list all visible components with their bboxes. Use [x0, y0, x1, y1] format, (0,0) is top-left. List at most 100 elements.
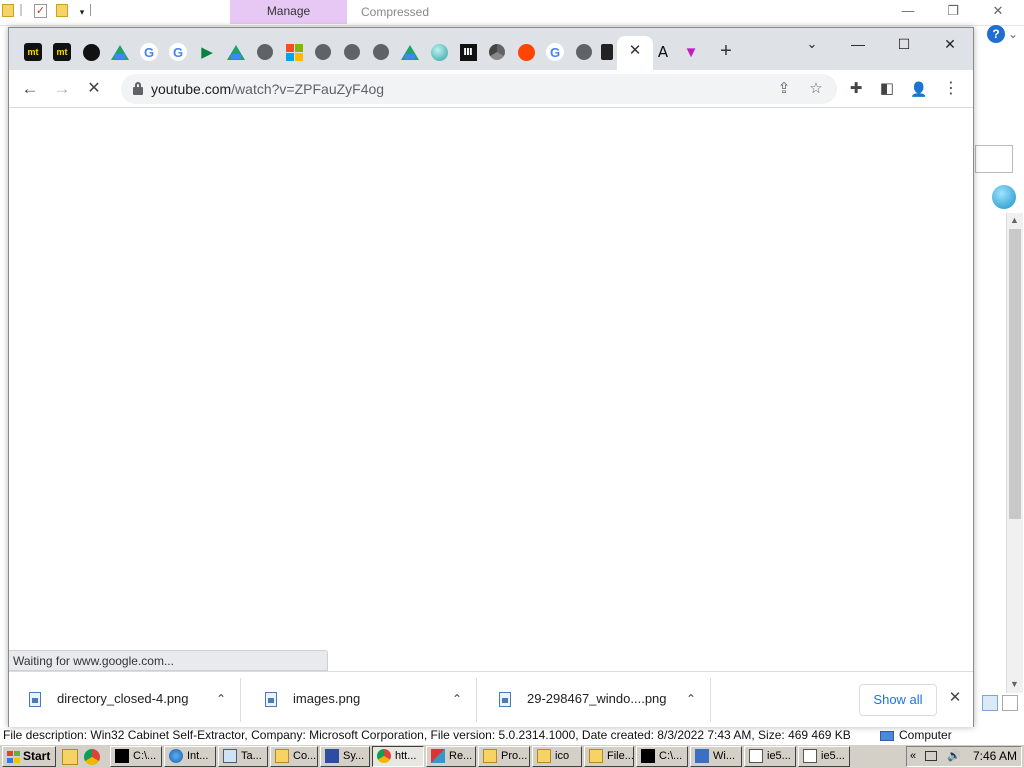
network-icon[interactable] [925, 751, 937, 761]
maximize-button[interactable]: ☐ [881, 30, 927, 58]
url-path: /watch?v=ZPFauZyF4og [231, 81, 385, 97]
taskbar-button[interactable]: Ta... [218, 746, 268, 767]
active-tab[interactable]: ✕ [617, 36, 653, 70]
pinned-tab[interactable] [342, 42, 362, 62]
pinned-tab[interactable] [371, 42, 391, 62]
task-manager-icon [223, 749, 237, 763]
taskbar-button[interactable]: C:\... [636, 746, 688, 767]
new-tab-button[interactable]: + [715, 40, 737, 62]
door-icon [601, 44, 613, 60]
pinned-tab[interactable]: G [168, 42, 188, 62]
separator [90, 4, 91, 16]
image-file-icon [499, 692, 511, 707]
pinned-tab[interactable]: ▼ [681, 42, 701, 62]
minimize-button[interactable]: — [835, 30, 881, 58]
image-file-icon [29, 692, 41, 707]
manage-ribbon-tab[interactable]: Manage [230, 0, 347, 24]
clock[interactable]: 7:46 AM [973, 747, 1017, 766]
taskbar-button[interactable]: File... [584, 746, 634, 767]
taskbar-button[interactable]: ico [532, 746, 582, 767]
details-view-icon[interactable] [982, 695, 998, 711]
pinned-tab[interactable] [226, 42, 246, 62]
pinned-tab[interactable] [110, 42, 130, 62]
chevron-down-icon[interactable]: ⌄ [1008, 27, 1018, 41]
pinned-tab[interactable] [81, 42, 101, 62]
pinned-tab[interactable]: mt [23, 42, 43, 62]
menu-kebab-icon[interactable]: ⋮ [938, 76, 964, 102]
taskbar-button[interactable]: Sy... [320, 746, 370, 767]
taskbar-button[interactable]: C:\... [110, 746, 162, 767]
explorer-quicklaunch-icon[interactable] [62, 749, 78, 765]
pinned-tab[interactable] [429, 42, 449, 62]
start-button[interactable]: Start [2, 746, 56, 767]
page-content-blank[interactable] [9, 108, 973, 670]
pinned-tab[interactable] [597, 42, 617, 62]
mt-icon: mt [53, 43, 71, 61]
pinned-tab[interactable] [516, 42, 536, 62]
share-icon[interactable]: ⇪ [773, 78, 795, 100]
taskbar-button-label: Pro... [501, 750, 528, 762]
taskbar-button[interactable]: ie5... [744, 746, 796, 767]
scroll-down-icon[interactable]: ▼ [1010, 679, 1019, 689]
show-all-downloads-button[interactable]: Show all [859, 684, 937, 716]
download-item[interactable]: 29-298467_windo....png ⌃ [479, 678, 711, 722]
pinned-tab[interactable] [255, 42, 275, 62]
help-icon[interactable]: ? [987, 25, 1005, 43]
explorer-title-bar: ✓ ▾ Manage Compressed — ❐ ✕ [0, 0, 1024, 26]
taskbar-button[interactable]: Int... [164, 746, 216, 767]
customize-quick-access-icon[interactable]: ▾ [74, 4, 90, 20]
taskbar-button[interactable]: htt... [372, 746, 424, 767]
close-button[interactable]: ✕ [983, 2, 1013, 22]
taskbar-button[interactable]: Pro... [478, 746, 530, 767]
pinned-tab[interactable]: mt [52, 42, 72, 62]
chrome-quicklaunch-icon[interactable] [84, 749, 100, 765]
taskbar-button[interactable]: Wi... [690, 746, 742, 767]
taskbar-button[interactable]: Re... [426, 746, 476, 767]
extensions-puzzle-icon[interactable]: ✚ [843, 76, 869, 102]
address-bar[interactable]: youtube.com/watch?v=ZPFauZyF4og ⇪ ☆ [121, 74, 837, 104]
taskbar-button[interactable]: ie5... [798, 746, 850, 767]
minimize-button[interactable]: — [893, 2, 923, 22]
pinned-tab[interactable] [400, 42, 420, 62]
scroll-thumb[interactable] [1009, 229, 1021, 519]
pinned-tab[interactable] [284, 42, 304, 62]
stop-loading-button[interactable]: ✕ [81, 76, 107, 102]
pinned-tab[interactable] [487, 42, 507, 62]
forward-button[interactable]: → [49, 76, 75, 102]
pinned-tab[interactable]: G [545, 42, 565, 62]
chevron-up-icon[interactable]: ⌃ [448, 690, 466, 708]
pinned-tab[interactable] [574, 42, 594, 62]
volume-icon[interactable]: 🔊 [947, 747, 961, 766]
properties-icon[interactable]: ✓ [34, 4, 47, 18]
pinned-tab[interactable]: A [653, 42, 673, 62]
pinned-tab[interactable]: Ⅲ [458, 42, 478, 62]
lock-icon[interactable] [133, 82, 143, 95]
download-item[interactable]: images.png ⌃ [245, 678, 477, 722]
taskbar-button[interactable]: Co... [270, 746, 318, 767]
large-icons-view-icon[interactable] [1002, 695, 1018, 711]
search-box[interactable] [975, 145, 1013, 173]
taskbar-button-label: Re... [449, 750, 473, 762]
compressed-folder-tools-label: Compressed [361, 5, 430, 19]
restore-button[interactable]: ❐ [938, 2, 968, 22]
close-tab-icon[interactable]: ✕ [627, 43, 643, 59]
tab-search-chevron-icon[interactable]: ⌄ [789, 30, 835, 58]
scroll-up-icon[interactable]: ▲ [1010, 215, 1019, 225]
pinned-tab[interactable] [313, 42, 333, 62]
vertical-scrollbar[interactable]: ▲ ▼ [1006, 213, 1023, 693]
close-download-shelf-icon[interactable]: ✕ [945, 688, 965, 708]
download-item[interactable]: directory_closed-4.png ⌃ [9, 678, 241, 722]
show-hidden-icons-icon[interactable]: « [910, 747, 916, 766]
close-window-button[interactable]: ✕ [927, 30, 973, 58]
bookmark-star-icon[interactable]: ☆ [805, 78, 827, 100]
chevron-up-icon[interactable]: ⌃ [212, 690, 230, 708]
pinned-tab[interactable]: ▶ [197, 42, 217, 62]
back-button[interactable]: ← [17, 76, 43, 102]
new-folder-icon[interactable] [56, 4, 68, 17]
url-text[interactable]: youtube.com/watch?v=ZPFauZyF4og [151, 74, 384, 104]
folder-icon[interactable] [2, 4, 14, 17]
chevron-up-icon[interactable]: ⌃ [682, 690, 700, 708]
side-panel-icon[interactable]: ◧ [874, 76, 900, 102]
profile-avatar-icon[interactable]: 👤 [906, 76, 932, 102]
pinned-tab[interactable]: G [139, 42, 159, 62]
